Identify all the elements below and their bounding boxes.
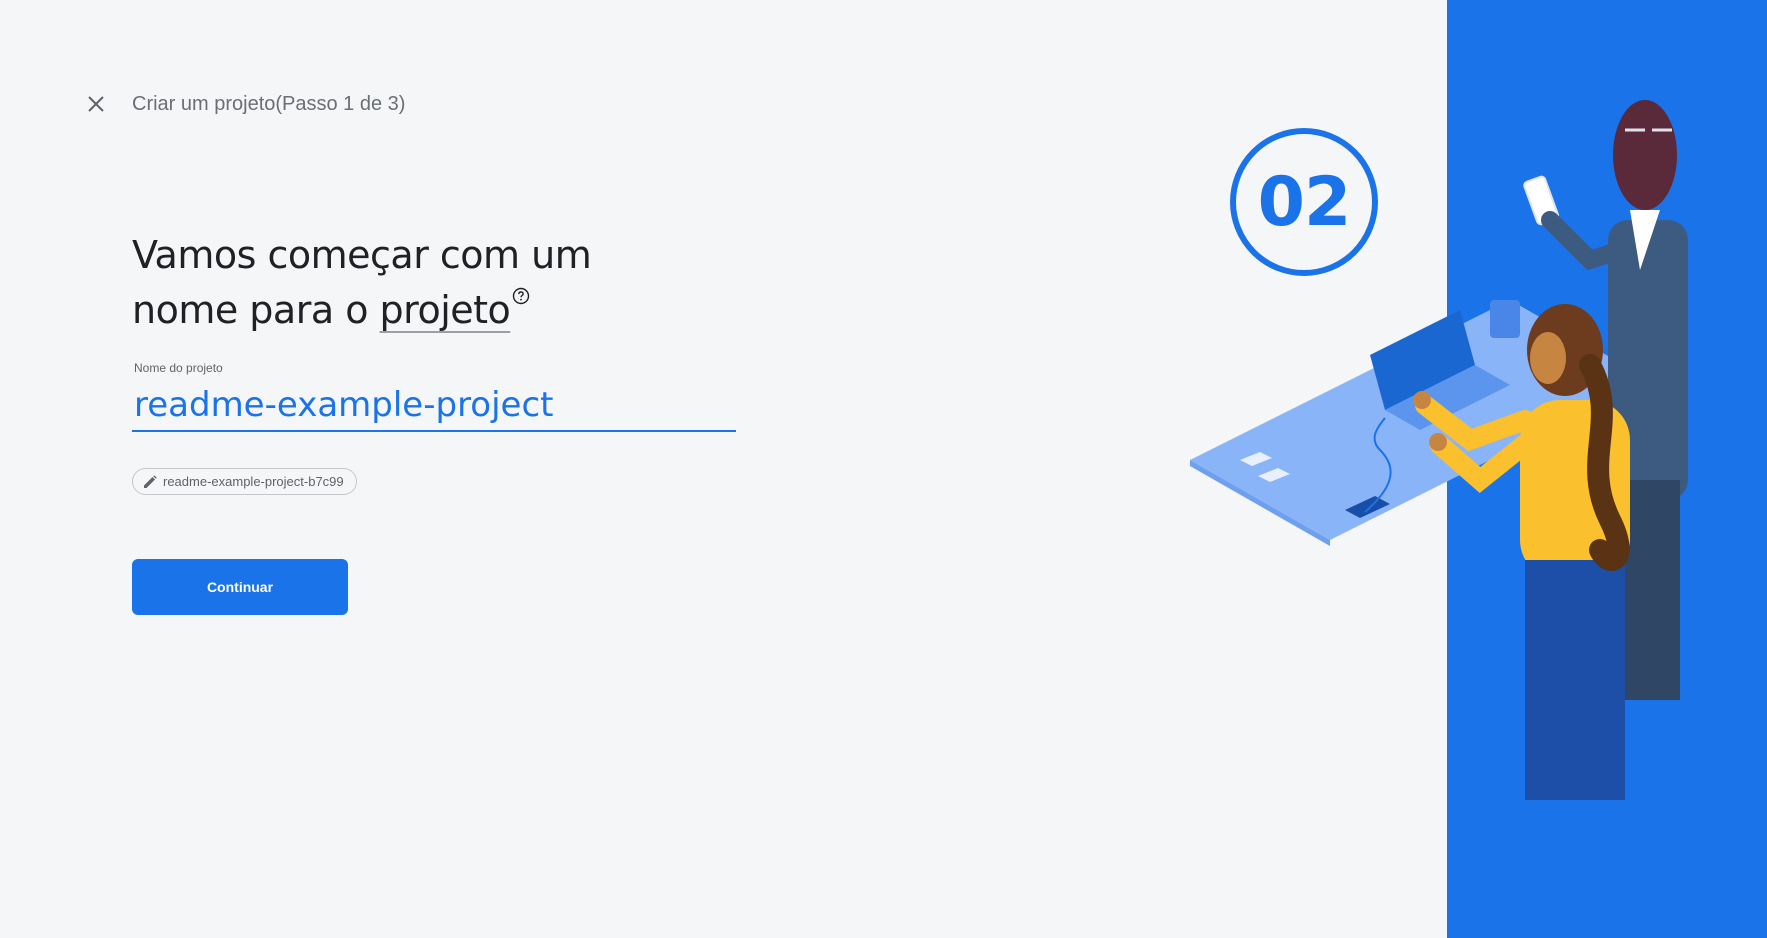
close-button[interactable] (84, 92, 108, 116)
step-badge: 02 (1230, 128, 1378, 276)
pencil-icon (144, 474, 157, 488)
help-circle-icon[interactable] (512, 287, 530, 305)
headline: Vamos começar com um nome para o projeto (132, 228, 592, 338)
continue-button[interactable]: Continuar (132, 559, 348, 615)
headline-line-1: Vamos começar com um (132, 233, 592, 277)
project-name-input[interactable] (132, 380, 736, 432)
headline-line-2: nome para o projeto (132, 283, 591, 338)
project-id-chip[interactable]: readme-example-project-b7c99 (132, 468, 357, 495)
project-term-link[interactable]: projeto (380, 288, 511, 332)
project-id-text: readme-example-project-b7c99 (163, 474, 344, 489)
headline-line-2-prefix: nome para o (132, 288, 380, 332)
page-header-title: Criar um projeto(Passo 1 de 3) (132, 93, 406, 115)
close-icon (88, 96, 104, 112)
project-name-label: Nome do projeto (134, 361, 223, 375)
